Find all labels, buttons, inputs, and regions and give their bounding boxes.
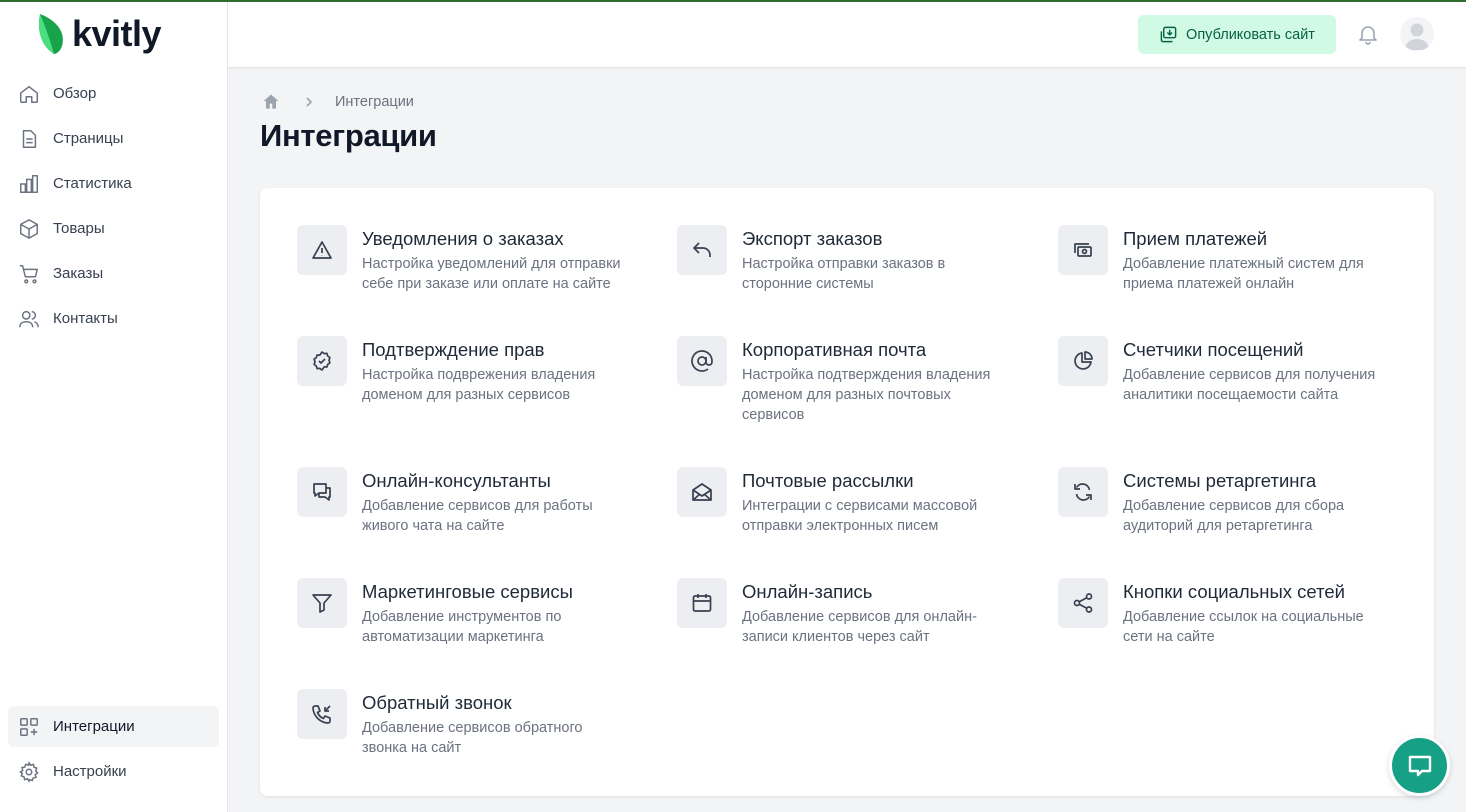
at-sign-icon [691,350,713,372]
phone-incoming-icon [312,705,331,724]
filter-funnel-icon [312,594,332,613]
integration-description: Добавление инструментов по автоматизации … [362,609,562,645]
integration-description: Настройка подтверждения владения доменом … [742,367,991,423]
integration-description: Настройка уведомлений для отправки себе п… [362,256,621,292]
breadcrumb: Интеграции [261,91,414,113]
integration-rights-confirmation[interactable]: Подтверждение прав Настройка подврежения… [297,336,647,405]
integration-title: Почтовые рассылки [742,470,914,491]
pie-chart-icon [1074,351,1093,370]
integration-online-booking[interactable]: Онлайн-запись Добавление сервисов для он… [677,578,1027,647]
cash-icon [1074,243,1092,257]
integration-order-notifications[interactable]: Уведомления о заказах Настройка уведомле… [297,225,647,294]
integration-description: Интеграции с сервисами массовой отправки … [742,498,978,534]
mail-open-icon [692,483,712,501]
bell-icon[interactable] [1356,22,1380,46]
grid-plus-icon [18,716,40,738]
integration-mailing[interactable]: Почтовые рассылки Интеграции с сервисами… [677,467,1027,536]
integration-title: Корпоративная почта [742,339,927,360]
avatar[interactable] [1400,17,1434,51]
integration-title: Кнопки социальных сетей [1123,581,1345,602]
publish-site-label: Опубликовать сайт [1186,26,1315,43]
integration-title: Системы ретаргетинга [1123,470,1317,491]
refresh-icon [1074,483,1092,501]
integration-retargeting[interactable]: Системы ретаргетинга Добавление сервисов… [1058,467,1408,536]
sidebar-item-statistics[interactable]: Статистика [8,163,219,204]
chevron-right-icon [303,96,315,108]
sidebar-item-label: Статистика [53,175,132,192]
integration-title: Обратный звонок [362,692,512,713]
integration-description: Добавление сервисов для сбора аудиторий д… [1123,498,1345,534]
sidebar-bottom-nav: Интеграции Настройки [8,706,219,796]
leaf-logo-icon [38,14,63,54]
integration-title: Экспорт заказов [742,228,883,249]
sidebar-item-label: Страницы [53,130,124,147]
top-accent-line [0,0,1466,2]
integration-title: Уведомления о заказах [362,228,564,249]
chart-bar-icon [18,173,40,195]
sidebar-item-settings[interactable]: Настройки [8,751,219,792]
integration-description: Добавление сервисов для онлайн-записи кл… [742,609,977,645]
integration-online-consultants[interactable]: Онлайн-консультанты Добавление сервисов … [297,467,647,536]
breadcrumb-current[interactable]: Интеграции [335,94,414,110]
integrations-card: Уведомления о заказах Настройка уведомле… [260,188,1434,796]
document-icon [18,128,40,150]
sidebar-item-overview[interactable]: Обзор [8,73,219,114]
integration-description: Добавление ссылок на социальные сети на с… [1123,609,1364,645]
sidebar-item-label: Контакты [53,310,118,327]
sidebar-item-label: Заказы [53,265,104,282]
chat-widget-button[interactable] [1389,735,1450,796]
cube-icon [18,218,40,240]
sidebar-item-label: Обзор [53,85,97,102]
publish-icon [1159,25,1178,44]
home-icon [18,83,40,105]
integration-description: Добавление платежный систем для приема пл… [1123,256,1364,292]
sidebar-nav: Обзор Страницы Статистика Товары Заказы [8,73,219,343]
home-icon[interactable] [261,92,281,112]
integration-title: Онлайн-консультанты [362,470,551,491]
calendar-icon [692,594,712,612]
warning-triangle-icon [312,241,332,259]
sidebar-item-products[interactable]: Товары [8,208,219,249]
integration-description: Добавление сервисов для получения аналити… [1123,367,1376,403]
integration-title: Подтверждение прав [362,339,545,360]
integration-payments[interactable]: Прием платежей Добавление платежный сист… [1058,225,1408,294]
sidebar: kvitly Обзор Страницы Статистика Товары [0,0,228,812]
integration-marketing[interactable]: Маркетинговые сервисы Добавление инструм… [297,578,647,647]
top-header: Опубликовать сайт [228,0,1466,68]
gear-icon [18,760,40,783]
chat-bubbles-icon [313,483,331,501]
sidebar-item-label: Товары [53,220,105,237]
logo[interactable]: kvitly [36,12,162,56]
integration-description: Настройка отправки заказов в сторонние си… [742,256,946,292]
integration-title: Онлайн-запись [742,581,873,602]
integration-callback[interactable]: Обратный звонок Добавление сервисов обра… [297,689,647,758]
badge-check-icon [313,351,331,371]
page-title: Интеграции [260,118,437,153]
sidebar-item-orders[interactable]: Заказы [8,253,219,294]
integration-title: Счетчики посещений [1123,339,1304,360]
integration-corporate-mail[interactable]: Корпоративная почта Настройка подтвержде… [677,336,1027,425]
reply-arrow-icon [693,242,711,257]
integration-title: Маркетинговые сервисы [362,581,573,602]
integration-title: Прием платежей [1123,228,1268,249]
publish-site-button[interactable]: Опубликовать сайт [1138,15,1336,54]
integration-description: Добавление сервисов обратного звонка на с… [362,720,583,756]
integration-social-buttons[interactable]: Кнопки социальных сетей Добавление ссыло… [1058,578,1408,647]
sidebar-item-contacts[interactable]: Контакты [8,298,219,339]
sidebar-item-label: Интеграции [53,718,135,735]
cart-icon [18,263,40,285]
integration-description: Настройка подврежения владения доменом дл… [362,367,596,403]
user-avatar-icon [1404,23,1430,50]
integration-order-export[interactable]: Экспорт заказов Настройка отправки заказ… [677,225,1027,294]
users-icon [18,308,40,330]
logo-text: kvitly [72,13,162,54]
chat-icon [1408,755,1431,776]
sidebar-item-label: Настройки [53,763,127,780]
integration-description: Добавление сервисов для работы живого чат… [362,498,593,534]
share-icon [1073,593,1093,613]
integration-visit-counters[interactable]: Счетчики посещений Добавление сервисов д… [1058,336,1408,405]
sidebar-item-integrations[interactable]: Интеграции [8,706,219,747]
sidebar-item-pages[interactable]: Страницы [8,118,219,159]
